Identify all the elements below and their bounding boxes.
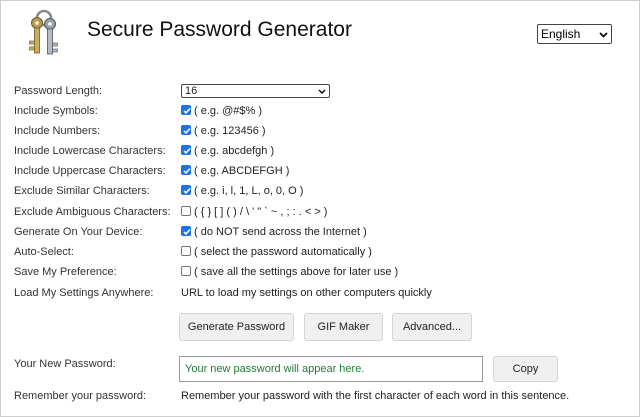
- option-row-password-length: Password Length: 16: [1, 81, 639, 101]
- option-label: Password Length:: [14, 85, 103, 97]
- option-value: ( e.g. i, l, 1, L, o, 0, O ): [181, 181, 303, 201]
- option-row-exclude-similar: Exclude Similar Characters: ( e.g. i, l,…: [1, 181, 639, 201]
- output-label: Your New Password:: [14, 358, 116, 370]
- option-value: ( select the password automatically ): [181, 242, 372, 262]
- auto-select-checkbox[interactable]: [181, 246, 191, 256]
- gif-maker-button[interactable]: GIF Maker: [304, 313, 383, 341]
- chevron-down-icon: [318, 89, 326, 94]
- option-label: Load My Settings Anywhere:: [14, 287, 154, 299]
- option-label: Include Lowercase Characters:: [14, 145, 166, 157]
- include-uppercase-checkbox[interactable]: [181, 165, 191, 175]
- option-hint: ( e.g. @#$% ): [194, 105, 263, 117]
- generator-panel: Secure Password Generator English Passwo…: [0, 0, 640, 417]
- language-select[interactable]: English: [537, 24, 612, 44]
- password-length-select[interactable]: 16: [181, 84, 330, 98]
- option-value: ( e.g. abcdefgh ): [181, 141, 274, 161]
- copy-button[interactable]: Copy: [493, 356, 558, 382]
- option-hint: ( { } [ ] ( ) / \ ' " ` ~ , ; : . < > ): [194, 206, 328, 218]
- option-row-include-numbers: Include Numbers: ( e.g. 123456 ): [1, 121, 639, 141]
- option-hint: ( e.g. 123456 ): [194, 125, 266, 137]
- remember-label: Remember your password:: [14, 390, 147, 402]
- exclude-ambiguous-checkbox[interactable]: [181, 206, 191, 216]
- option-hint: ( do NOT send across the Internet ): [194, 226, 367, 238]
- option-value: ( { } [ ] ( ) / \ ' " ` ~ , ; : . < > ): [181, 202, 327, 222]
- option-value: ( do NOT send across the Internet ): [181, 222, 367, 242]
- option-row-include-symbols: Include Symbols: ( e.g. @#$% ): [1, 101, 639, 121]
- option-row-include-lowercase: Include Lowercase Characters: ( e.g. abc…: [1, 141, 639, 161]
- option-value: ( save all the settings above for later …: [181, 262, 398, 282]
- option-hint: ( e.g. abcdefgh ): [194, 145, 275, 157]
- option-hint: ( select the password automatically ): [194, 246, 372, 258]
- option-row-load-settings: Load My Settings Anywhere: URL to load m…: [1, 283, 639, 303]
- option-label: Exclude Ambiguous Characters:: [14, 206, 171, 218]
- option-row-generate-on-device: Generate On Your Device: ( do NOT send a…: [1, 222, 639, 242]
- option-hint: ( e.g. ABCDEFGH ): [194, 165, 290, 177]
- header: Secure Password Generator English: [1, 1, 639, 63]
- remember-sentence: Remember your password with the first ch…: [181, 390, 570, 402]
- generate-on-device-checkbox[interactable]: [181, 226, 191, 236]
- option-label: Include Uppercase Characters:: [14, 165, 166, 177]
- option-label: Save My Preference:: [14, 266, 117, 278]
- generate-password-button[interactable]: Generate Password: [179, 313, 294, 341]
- option-value: ( e.g. 123456 ): [181, 121, 266, 141]
- language-select-value: English: [541, 27, 581, 41]
- page-title: Secure Password Generator: [87, 18, 352, 41]
- keys-icon: [29, 9, 58, 55]
- option-label: Generate On Your Device:: [14, 226, 143, 238]
- include-lowercase-checkbox[interactable]: [181, 145, 191, 155]
- option-row-include-uppercase: Include Uppercase Characters: ( e.g. ABC…: [1, 161, 639, 181]
- exclude-similar-checkbox[interactable]: [181, 185, 191, 195]
- option-label: Include Symbols:: [14, 105, 98, 117]
- option-label: Include Numbers:: [14, 125, 101, 137]
- include-symbols-checkbox[interactable]: [181, 105, 191, 115]
- load-settings-link[interactable]: URL to load my settings on other compute…: [181, 283, 432, 303]
- option-row-auto-select: Auto-Select: ( select the password autom…: [1, 242, 639, 262]
- option-label: Exclude Similar Characters:: [14, 185, 150, 197]
- option-row-save-preference: Save My Preference: ( save all the setti…: [1, 262, 639, 282]
- chevron-down-icon: [599, 32, 608, 38]
- password-length-value: 16: [185, 85, 198, 97]
- option-value: ( e.g. ABCDEFGH ): [181, 161, 289, 181]
- option-hint: ( e.g. i, l, 1, L, o, 0, O ): [194, 185, 304, 197]
- include-numbers-checkbox[interactable]: [181, 125, 191, 135]
- option-row-exclude-ambiguous: Exclude Ambiguous Characters: ( { } [ ] …: [1, 202, 639, 222]
- save-preference-checkbox[interactable]: [181, 266, 191, 276]
- remember-row: Remember your password: Remember your pa…: [1, 386, 639, 406]
- option-label: Auto-Select:: [14, 246, 74, 258]
- option-hint: ( save all the settings above for later …: [194, 266, 399, 278]
- password-output-field[interactable]: Your new password will appear here.: [179, 356, 483, 382]
- advanced-button[interactable]: Advanced...: [392, 313, 472, 341]
- option-value: ( e.g. @#$% ): [181, 101, 262, 121]
